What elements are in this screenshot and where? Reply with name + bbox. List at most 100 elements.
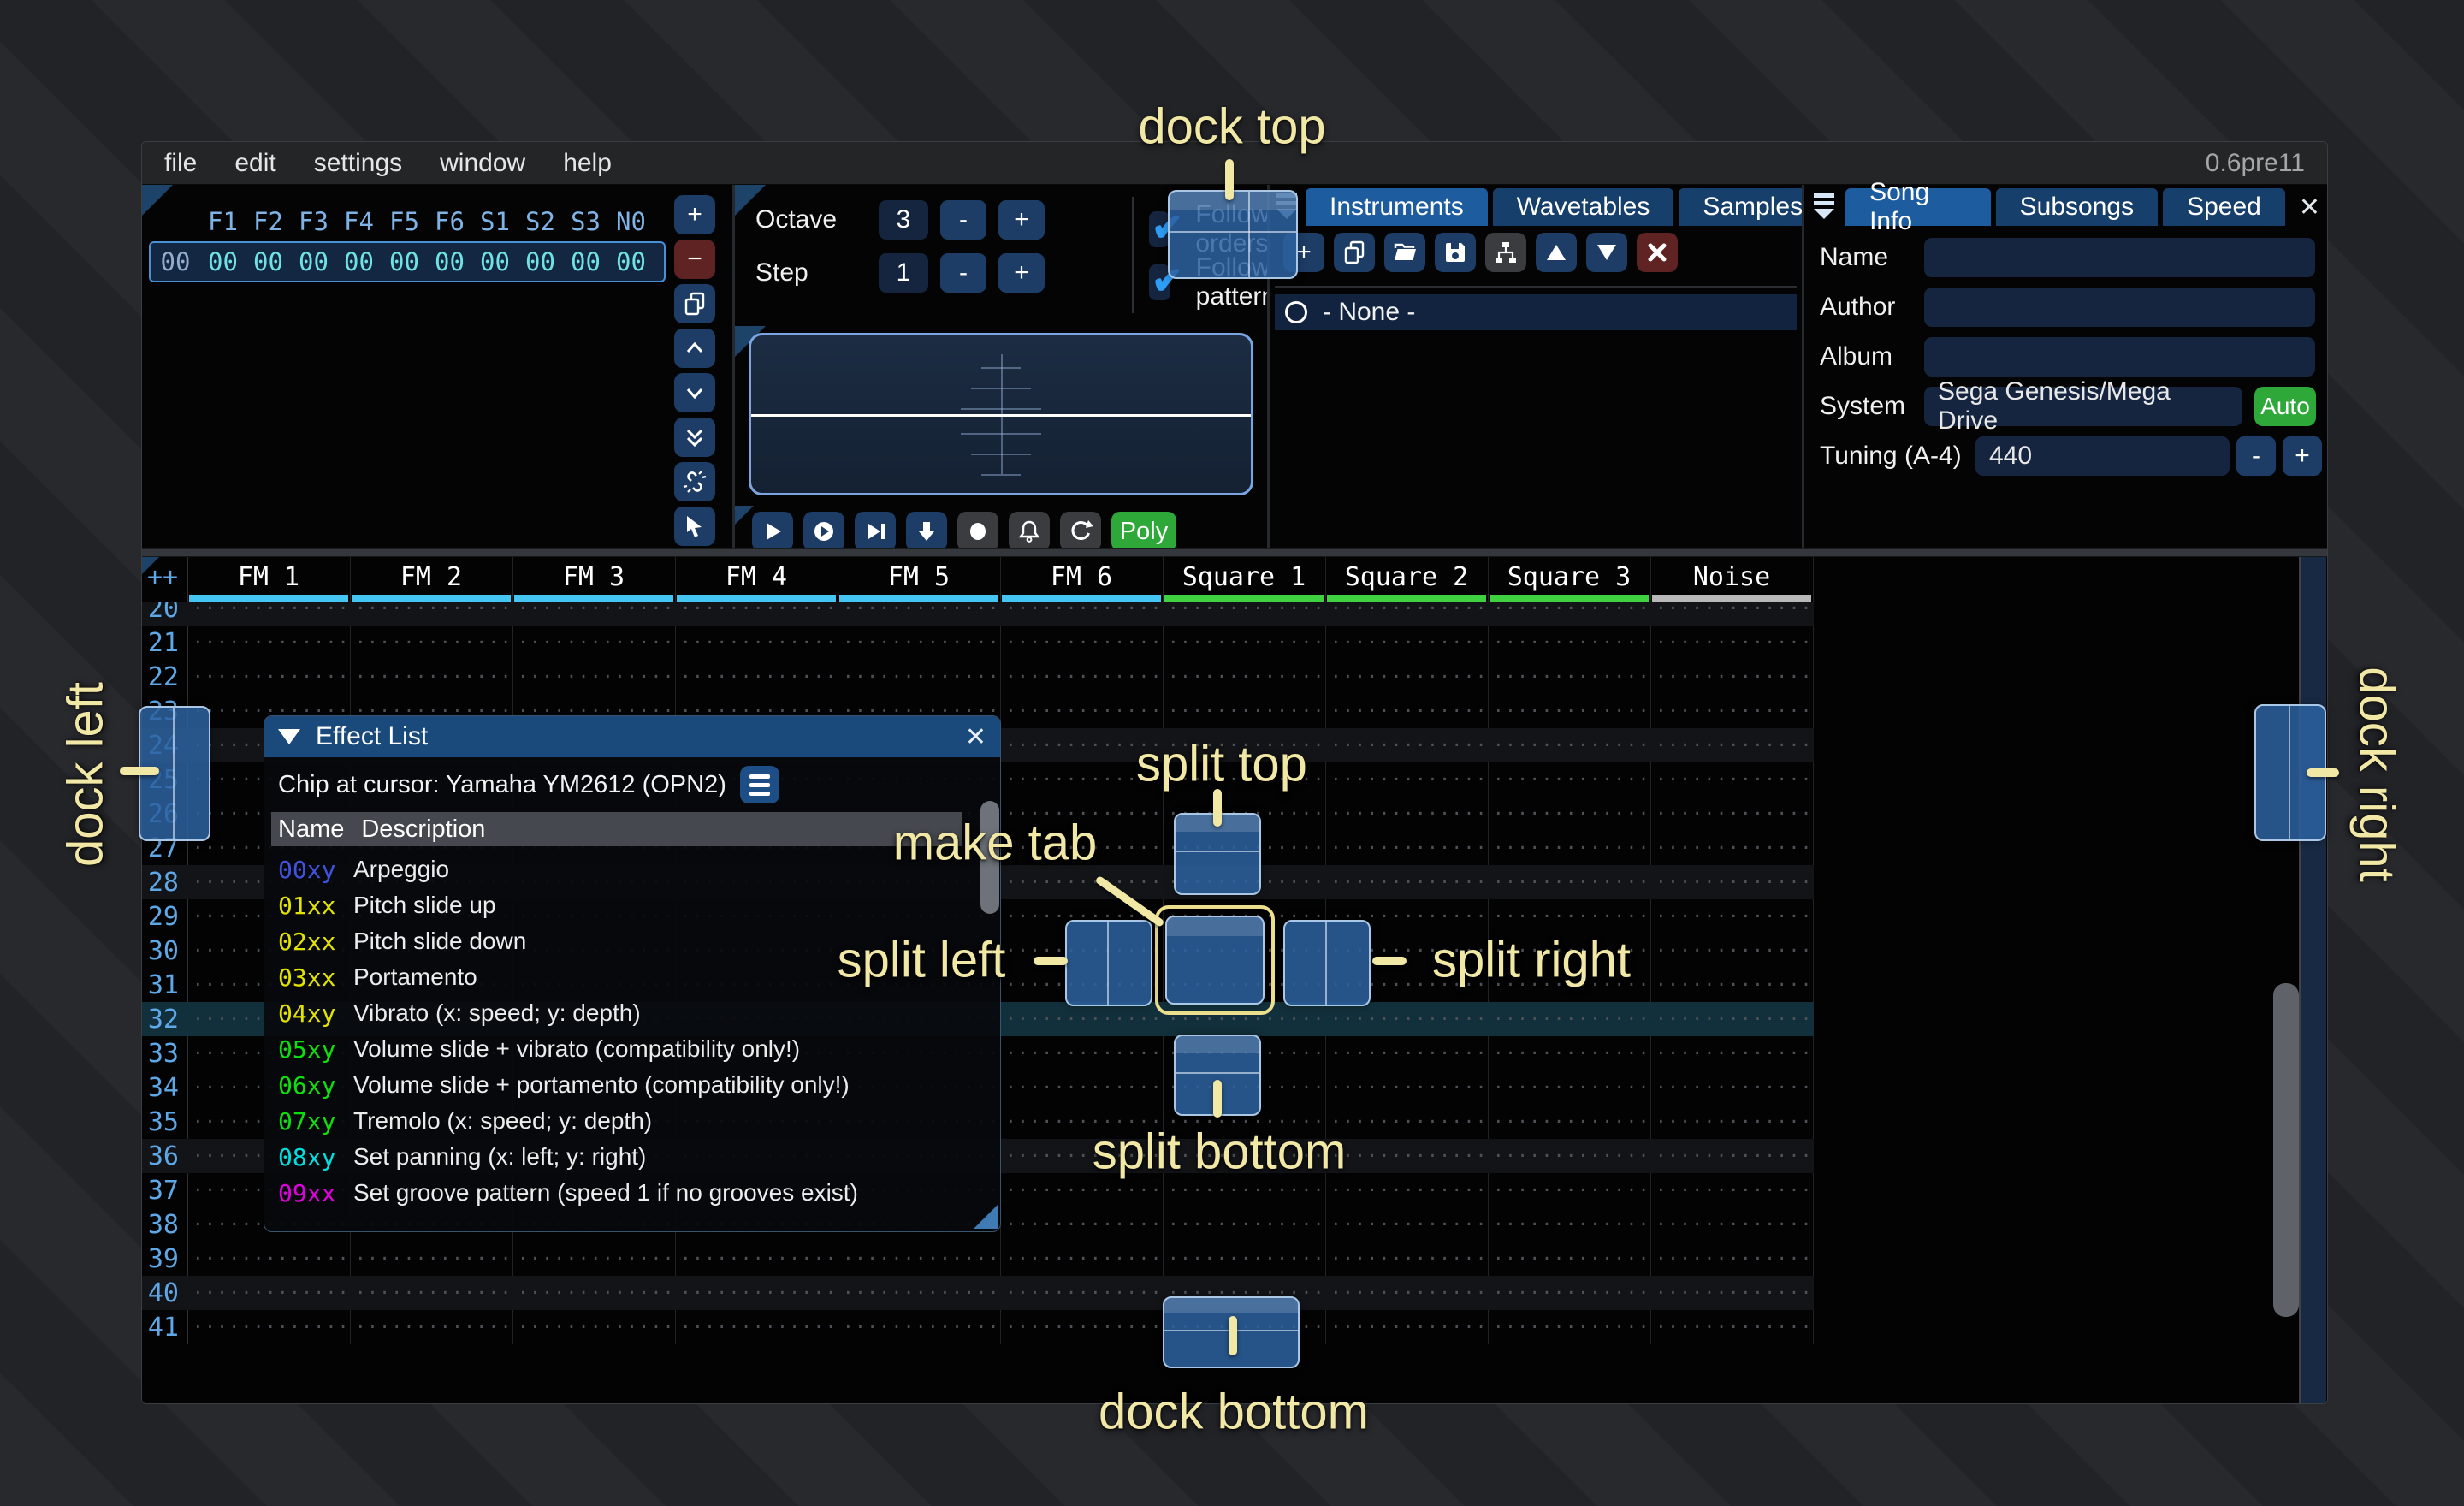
- order-cell[interactable]: 00: [518, 247, 563, 276]
- panel-splitter[interactable]: [1802, 185, 1804, 557]
- instrument-tree-button[interactable]: [1485, 233, 1526, 272]
- octave-value[interactable]: 3: [879, 200, 928, 240]
- pattern-cell[interactable]: ·············: [838, 667, 1000, 687]
- record-button[interactable]: [957, 512, 998, 551]
- instrument-list-item[interactable]: - None -: [1275, 294, 1797, 330]
- tab-speed[interactable]: Speed: [2163, 188, 2285, 226]
- pattern-cell[interactable]: ·············: [512, 1283, 675, 1303]
- effect-row[interactable]: 01xxPitch slide up: [271, 887, 981, 923]
- pattern-cell[interactable]: ·············: [1325, 872, 1488, 892]
- order-cell[interactable]: 00: [336, 247, 382, 276]
- pattern-cell[interactable]: ·············: [1163, 667, 1325, 687]
- pattern-cell[interactable]: ·············: [1650, 1180, 1813, 1201]
- effect-row[interactable]: 09xxSet groove pattern (speed 1 if no gr…: [271, 1175, 981, 1211]
- pattern-scrollbar-track[interactable]: [2299, 557, 2326, 1404]
- pattern-cell[interactable]: ·············: [1650, 667, 1813, 687]
- pattern-cell[interactable]: ·············: [838, 602, 1000, 619]
- pattern-cell[interactable]: ·············: [512, 632, 675, 653]
- order-move-up-button[interactable]: [674, 329, 715, 368]
- effect-table-header[interactable]: Name Description: [271, 812, 962, 846]
- close-icon[interactable]: ✕: [965, 722, 986, 752]
- pattern-cell[interactable]: ·············: [1488, 1248, 1650, 1269]
- pattern-cell[interactable]: ·············: [1000, 1180, 1163, 1201]
- pattern-cell[interactable]: ·············: [1488, 735, 1650, 756]
- pattern-cell[interactable]: ·············: [1325, 1043, 1488, 1064]
- pattern-cell[interactable]: ·············: [1325, 632, 1488, 653]
- pattern-cell[interactable]: ·············: [187, 632, 350, 653]
- tab-instruments[interactable]: Instruments: [1306, 188, 1488, 226]
- pattern-cell[interactable]: ·············: [1650, 803, 1813, 824]
- channel-header-fm-1[interactable]: FM 1: [187, 557, 350, 602]
- pattern-cell[interactable]: ·············: [187, 667, 350, 687]
- pattern-cell[interactable]: ·············: [1163, 602, 1325, 619]
- order-add-button[interactable]: +: [674, 195, 715, 234]
- orders-column-f3[interactable]: F3: [291, 207, 336, 236]
- channel-header-square-1[interactable]: Square 1: [1163, 557, 1325, 602]
- auto-system-button[interactable]: Auto: [2254, 387, 2316, 426]
- step-play-button[interactable]: [906, 512, 947, 551]
- channel-header-fm-2[interactable]: FM 2: [350, 557, 512, 602]
- pattern-cell[interactable]: ·············: [675, 632, 838, 653]
- menu-file[interactable]: file: [164, 149, 197, 178]
- pattern-cell[interactable]: ·············: [1650, 838, 1813, 858]
- author-field[interactable]: [1924, 288, 2315, 327]
- tuning-field[interactable]: 440: [1975, 436, 2230, 476]
- pattern-cell[interactable]: ·············: [1163, 1180, 1325, 1201]
- pattern-cell[interactable]: ·············: [1325, 1317, 1488, 1337]
- pattern-cell[interactable]: ·············: [1000, 1077, 1163, 1098]
- pattern-cell[interactable]: ·············: [1650, 632, 1813, 653]
- effect-list-title-bar[interactable]: Effect List ✕: [264, 716, 1000, 757]
- order-cell[interactable]: 00: [563, 247, 608, 276]
- instrument-duplicate-button[interactable]: [1334, 233, 1375, 272]
- order-cell[interactable]: 00: [427, 247, 472, 276]
- pattern-cell[interactable]: ·············: [1488, 1077, 1650, 1098]
- pattern-cell[interactable]: ·············: [1488, 1043, 1650, 1064]
- pattern-cell[interactable]: ·············: [1650, 701, 1813, 721]
- pattern-cell[interactable]: ·············: [1325, 667, 1488, 687]
- pattern-cell[interactable]: ·············: [1488, 1214, 1650, 1235]
- pattern-cell[interactable]: ·············: [1650, 1009, 1813, 1029]
- play-button[interactable]: [752, 512, 793, 551]
- pattern-cell[interactable]: ·············: [1650, 602, 1813, 619]
- pattern-cell[interactable]: ·············: [838, 1248, 1000, 1269]
- order-row-index[interactable]: 00: [151, 247, 200, 276]
- pattern-cell[interactable]: ·············: [1325, 735, 1488, 756]
- pattern-cell[interactable]: ·············: [1488, 1180, 1650, 1201]
- orders-column-f4[interactable]: F4: [336, 207, 382, 236]
- pattern-cell[interactable]: ·············: [1650, 1283, 1813, 1303]
- octave-minus-button[interactable]: -: [940, 200, 986, 240]
- resize-grip[interactable]: [974, 1205, 998, 1229]
- pattern-cell[interactable]: ·············: [1000, 1317, 1163, 1337]
- add-channel-button[interactable]: ++: [147, 562, 178, 592]
- pattern-cell[interactable]: ·············: [1000, 632, 1163, 653]
- orders-column-s2[interactable]: S2: [518, 207, 563, 236]
- tab-wavetables[interactable]: Wavetables: [1493, 188, 1674, 226]
- pattern-cell[interactable]: ·············: [350, 602, 512, 619]
- pattern-cell[interactable]: ·············: [1488, 602, 1650, 619]
- menu-help[interactable]: help: [563, 149, 612, 178]
- pattern-cell[interactable]: ·············: [1325, 701, 1488, 721]
- orders-column-f2[interactable]: F2: [246, 207, 291, 236]
- tuning-plus-button[interactable]: +: [2283, 436, 2322, 476]
- instrument-delete-button[interactable]: [1637, 233, 1678, 272]
- metronome-button[interactable]: [1009, 512, 1050, 551]
- octave-plus-button[interactable]: +: [998, 200, 1045, 240]
- channel-header-noise[interactable]: Noise: [1650, 557, 1813, 602]
- pattern-cell[interactable]: ·············: [1650, 735, 1813, 756]
- pattern-cell[interactable]: ·············: [675, 1248, 838, 1269]
- menu-settings[interactable]: settings: [314, 149, 402, 178]
- menu-edit[interactable]: edit: [234, 149, 275, 178]
- instrument-save-button[interactable]: [1435, 233, 1476, 272]
- pattern-cell[interactable]: ·············: [1325, 1214, 1488, 1235]
- system-select[interactable]: Sega Genesis/Mega Drive: [1924, 387, 2242, 426]
- step-value[interactable]: 1: [879, 253, 928, 293]
- pattern-cell[interactable]: ·············: [1000, 1009, 1163, 1029]
- effect-row[interactable]: 08xySet panning (x: left; y: right): [271, 1139, 981, 1175]
- pattern-cell[interactable]: ·············: [1650, 1248, 1813, 1269]
- pattern-cell[interactable]: ·············: [1163, 1248, 1325, 1269]
- album-field[interactable]: [1924, 337, 2315, 376]
- split-target-left[interactable]: [1065, 920, 1152, 1006]
- follow-pattern-checkbox[interactable]: ✔: [1149, 264, 1170, 300]
- orders-column-n0[interactable]: N0: [608, 207, 654, 236]
- pattern-cell[interactable]: ·············: [1488, 667, 1650, 687]
